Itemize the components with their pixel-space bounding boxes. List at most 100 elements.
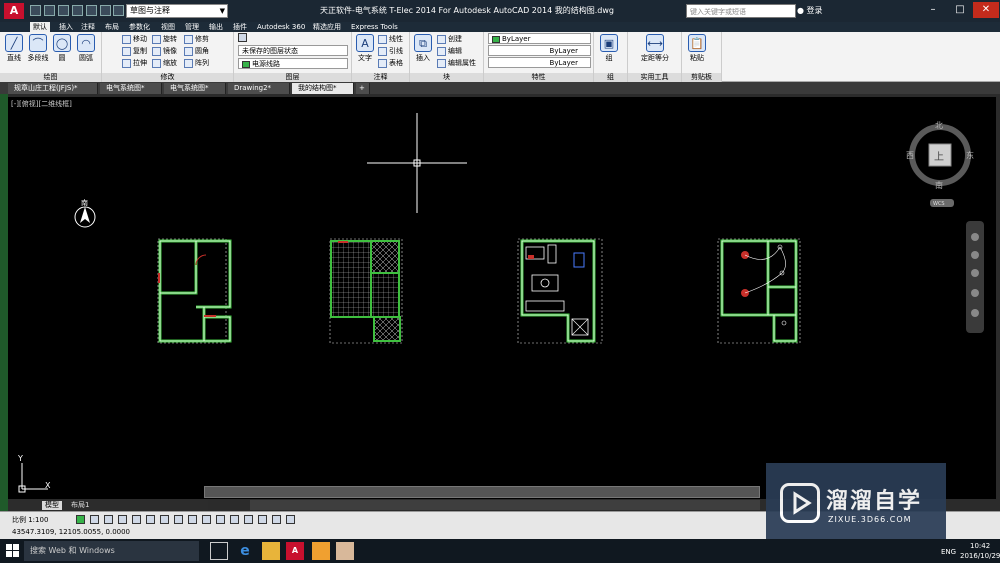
rotate-tool[interactable]: 旋转 [152,33,177,45]
print-icon[interactable] [86,5,97,16]
leader-tool[interactable]: 引线 [378,45,403,57]
open-file-icon[interactable] [44,5,55,16]
layer-state-select[interactable]: 未保存的图层状态 [238,45,348,56]
file-tab[interactable]: 电气系统图* [100,83,162,94]
workspace-select[interactable]: 草图与注释 ▼ [126,4,228,18]
autocad-logo-icon[interactable]: A [4,3,24,19]
tab-insert[interactable]: 插入 [56,22,76,32]
edit-block-tool[interactable]: 编辑 [437,45,462,57]
utilities-panel-title[interactable]: 实用工具 [628,73,681,82]
groups-panel-title[interactable]: 组 [594,73,627,82]
clean-screen-icon[interactable] [272,515,281,524]
isolate-objects-icon[interactable] [244,515,253,524]
mirror-tool[interactable]: 镜像 [152,45,177,57]
linear-dim-tool[interactable]: 线性 [378,33,403,45]
create-block-tool[interactable]: 创建 [437,33,462,45]
clipboard-panel-title[interactable]: 剪贴板 [682,73,721,82]
lineweight-toggle-icon[interactable] [160,515,169,524]
navigation-bar[interactable] [966,221,984,333]
tab-manage[interactable]: 管理 [182,22,202,32]
osnap-toggle-icon[interactable] [132,515,141,524]
polar-toggle-icon[interactable] [118,515,127,524]
line-tool[interactable]: ╱ 直线 [3,34,25,63]
arc-tool[interactable]: ◠ 圆弧 [75,34,97,63]
close-button[interactable]: ✕ [973,2,999,18]
viewcube[interactable]: 上 北 南 东 西 WCS [906,121,974,207]
viewport-scale[interactable]: 比例 1:100 [12,515,48,525]
drawing-canvas[interactable]: [-][俯视][二维线框] 南 上 北 南 东 西 WCS Y X [8,97,996,499]
tab-featured-apps[interactable]: 精选应用 [310,22,344,32]
linetype-select[interactable]: ByLayer [488,45,591,56]
customization-icon[interactable] [286,515,295,524]
login-button[interactable]: ● 登录 [797,5,823,16]
transparency-toggle-icon[interactable] [174,515,183,524]
file-tab[interactable]: Drawing2* [228,83,290,94]
new-file-icon[interactable] [30,5,41,16]
minimize-button[interactable]: – [920,2,946,18]
otrack-toggle-icon[interactable] [146,515,155,524]
maximize-button[interactable]: □ [947,2,973,18]
insert-block-tool[interactable]: ⧉ 插入 [412,34,434,63]
copy-tool[interactable]: 复制 [122,45,147,57]
array-tool[interactable]: 阵列 [184,57,209,69]
file-tab-active[interactable]: 我的结构图* [292,83,354,94]
text-tool[interactable]: A 文字 [354,34,376,63]
tab-view[interactable]: 视图 [158,22,178,32]
annotation-scale-icon[interactable] [202,515,211,524]
redo-icon[interactable] [113,5,124,16]
task-view-icon[interactable] [210,542,228,560]
fillet-tool[interactable]: 圆角 [184,45,209,57]
block-panel-title[interactable]: 块 [410,73,483,82]
tab-plugins[interactable]: 插件 [230,22,250,32]
save-as-icon[interactable] [72,5,83,16]
snap-toggle-icon[interactable] [76,515,85,524]
input-language[interactable]: ENG [941,548,956,556]
tab-default[interactable]: 默认 [30,22,50,32]
file-tab[interactable]: 规章山庄工程(JFJS)* [8,83,98,94]
circle-tool[interactable]: ◯ 圆 [51,34,73,63]
clock-date[interactable]: 2016/10/29 [960,552,1000,560]
draw-panel-title[interactable]: 绘图 [0,73,101,82]
annotation-panel-title[interactable]: 注释 [352,73,409,82]
scale-tool[interactable]: 缩放 [152,57,177,69]
tab-output[interactable]: 输出 [206,22,226,32]
measure-tool[interactable]: ⟷ 定距等分 [632,34,678,63]
tab-model[interactable]: 模型 [42,501,62,510]
move-tool[interactable]: 移动 [122,33,147,45]
new-tab-button[interactable]: + [356,83,370,94]
clock-time[interactable]: 10:42 [970,542,990,550]
horizontal-scrollbar[interactable] [250,500,760,510]
file-tab[interactable]: 电气系统图* [164,83,226,94]
tab-annotate[interactable]: 注释 [78,22,98,32]
table-tool[interactable]: 表格 [378,57,403,69]
tab-autodesk-360[interactable]: Autodesk 360 [254,22,308,32]
workspace-switch-icon[interactable] [216,515,225,524]
layer-properties-icon[interactable] [238,33,247,42]
ortho-toggle-icon[interactable] [104,515,113,524]
file-explorer-icon[interactable] [262,542,280,560]
undo-icon[interactable] [100,5,111,16]
autocad-taskbar-icon[interactable]: A [286,542,304,560]
edge-browser-icon[interactable]: e [236,542,254,560]
app-taskbar-icon[interactable] [312,542,330,560]
tab-layout1[interactable]: 布局1 [68,501,92,510]
windows-start-icon[interactable] [6,544,20,558]
image-viewer-taskbar-icon[interactable] [336,542,354,560]
search-input[interactable]: 键入关键字或短语 [686,4,796,18]
hardware-acceleration-icon[interactable] [258,515,267,524]
stretch-tool[interactable]: 拉伸 [122,57,147,69]
tab-layout[interactable]: 布局 [102,22,122,32]
grid-toggle-icon[interactable] [90,515,99,524]
selection-cycling-icon[interactable] [188,515,197,524]
taskbar-search[interactable]: 搜索 Web 和 Windows [24,541,199,561]
paste-tool[interactable]: 📋 粘贴 [686,34,708,63]
group-tool[interactable]: ▣ 组 [598,34,620,63]
properties-panel-title[interactable]: 特性 [484,73,593,82]
tab-express-tools[interactable]: Express Tools [348,22,401,32]
command-line[interactable] [204,486,760,498]
lock-ui-icon[interactable] [230,515,239,524]
save-icon[interactable] [58,5,69,16]
lineweight-select[interactable]: ByLayer [488,57,591,68]
trim-tool[interactable]: 修剪 [184,33,209,45]
color-select[interactable]: ByLayer [488,33,591,44]
